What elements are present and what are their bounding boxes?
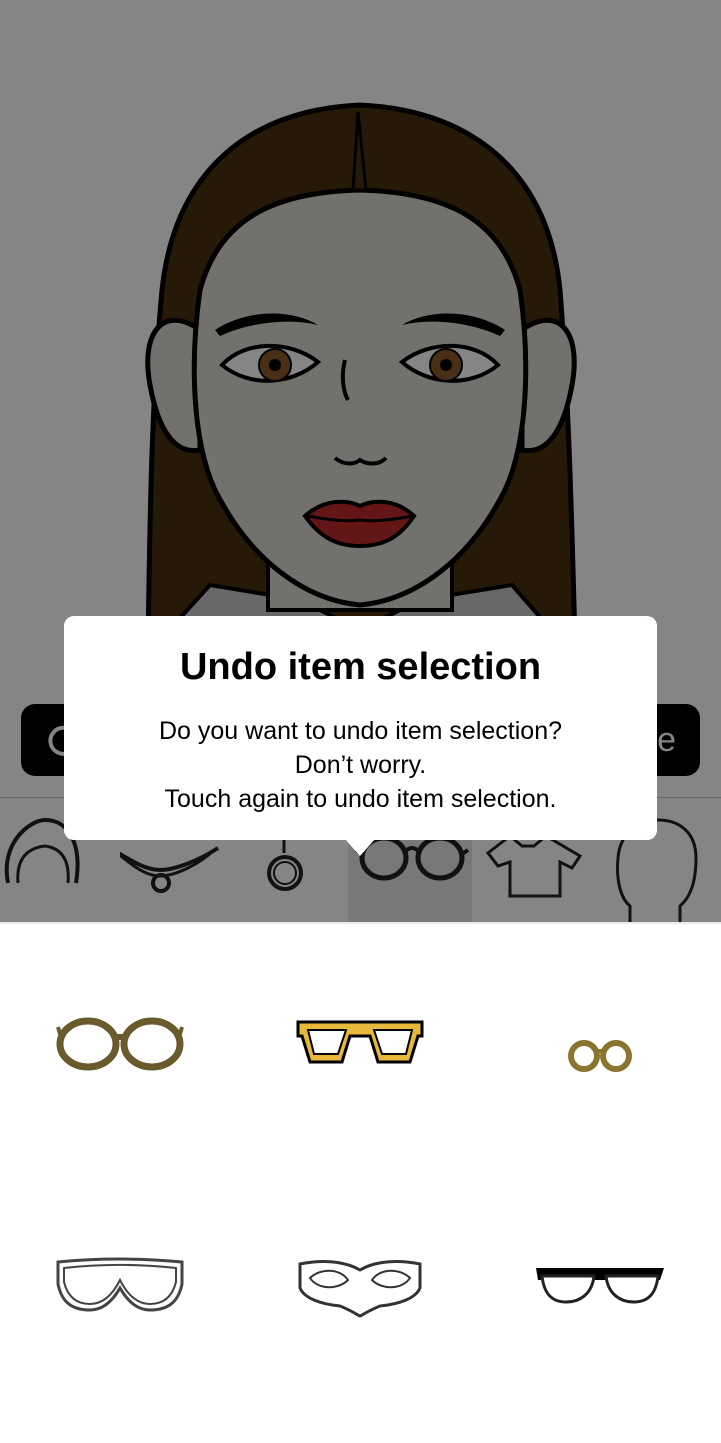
dialog-title: Undo item selection <box>179 646 542 688</box>
square-glasses-icon <box>296 1020 424 1064</box>
mask-icon <box>298 1260 422 1318</box>
item-browline-glasses[interactable] <box>480 1164 720 1404</box>
browline-glasses-icon <box>536 1268 664 1304</box>
dialog-message-line-3: Touch again to undo item selection. <box>164 785 557 813</box>
dialog-message-line-1: Do you want to undo item selection? <box>158 717 562 745</box>
dialog-message-line-2: Don’t worry. <box>294 751 427 779</box>
item-round-glasses[interactable] <box>0 924 240 1164</box>
item-grid <box>0 922 721 1443</box>
goggles-icon <box>56 1257 184 1312</box>
item-goggles[interactable] <box>0 1164 240 1404</box>
small-round-glasses-icon <box>568 1040 632 1072</box>
item-square-glasses[interactable] <box>240 924 480 1164</box>
undo-dialog: Undo item selection Do you want to undo … <box>64 616 657 840</box>
item-small-round-glasses[interactable] <box>480 924 720 1164</box>
round-glasses-icon <box>56 1017 184 1071</box>
item-mask[interactable] <box>240 1164 480 1404</box>
dialog-pointer <box>344 838 376 856</box>
